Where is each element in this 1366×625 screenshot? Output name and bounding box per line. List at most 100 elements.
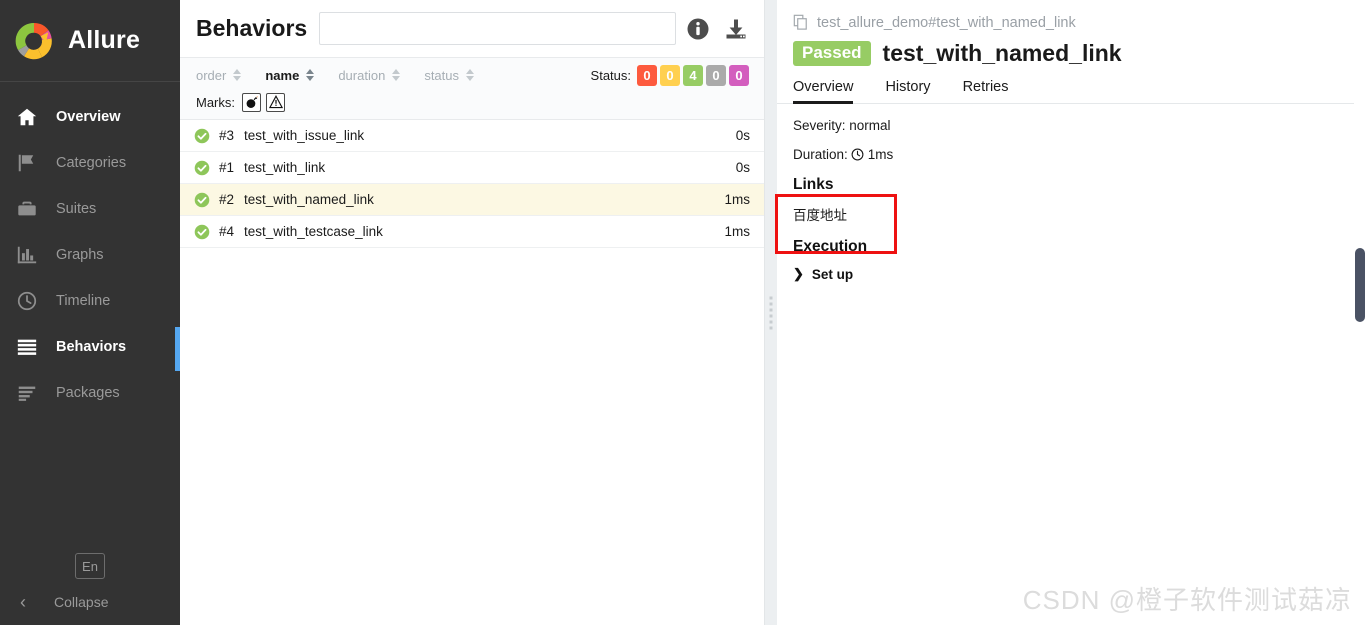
clock-icon <box>851 148 864 161</box>
tab-retries[interactable]: Retries <box>963 79 1009 103</box>
sidebar-item-label: Behaviors <box>56 339 127 355</box>
sorter-order[interactable]: order <box>196 68 242 83</box>
layers-icon <box>14 380 40 406</box>
setup-step-label: Set up <box>811 266 854 282</box>
breadcrumb[interactable]: test_allure_demo#test_with_named_link <box>777 0 1366 31</box>
row-order: #2 <box>219 192 235 207</box>
search-input[interactable] <box>319 12 676 45</box>
setup-step-row[interactable]: ❯ Set up <box>793 266 1366 282</box>
status-chip-failed[interactable]: 0 <box>637 64 657 86</box>
briefcase-icon <box>14 196 40 222</box>
duration-label: Duration: <box>793 147 848 162</box>
watermark: CSDN @橙子软件测试菇凉 <box>1022 585 1352 615</box>
sidebar-footer: En ‹ Collapse <box>0 553 180 611</box>
sidebar-nav: Overview Categories Suites Graphs Timeli… <box>0 82 180 416</box>
chevron-left-icon: ‹ <box>20 592 26 612</box>
detail-title-row: Passed test_with_named_link <box>777 31 1366 67</box>
flag-icon <box>14 150 40 176</box>
sidebar: Allure Overview Categories Suites Graphs… <box>0 0 180 625</box>
collapse-label: Collapse <box>54 594 109 610</box>
sidebar-item-label: Overview <box>56 109 121 125</box>
tab-history[interactable]: History <box>885 79 930 103</box>
detail-title: test_with_named_link <box>882 40 1122 66</box>
table-row[interactable]: #1 test_with_link 0s <box>180 152 764 184</box>
table-row-selected[interactable]: #2 test_with_named_link 1ms <box>180 184 764 216</box>
sorter-name[interactable]: name <box>265 67 315 83</box>
row-order: #4 <box>219 224 235 239</box>
sort-arrows-icon <box>233 69 242 81</box>
sidebar-item-label: Graphs <box>56 247 104 263</box>
row-name: test_with_testcase_link <box>244 224 383 239</box>
row-duration: 0s <box>735 160 750 175</box>
tab-overview[interactable]: Overview <box>793 79 854 104</box>
breadcrumb-label: test_allure_demo#test_with_named_link <box>817 14 1076 31</box>
detail-body: Severity: normal Duration: 1ms Links 百度地… <box>777 104 1366 282</box>
sidebar-item-suites[interactable]: Suites <box>0 186 180 232</box>
status-chip-unknown[interactable]: 0 <box>729 64 749 86</box>
scrollbar-thumb[interactable] <box>1355 248 1365 322</box>
status-passed-icon <box>194 192 210 208</box>
sidebar-item-packages[interactable]: Packages <box>0 370 180 416</box>
status-passed-icon <box>194 224 210 240</box>
links-heading: Links <box>793 176 834 193</box>
duration-value: 1ms <box>867 147 894 162</box>
status-filter-label: Status: <box>590 67 631 83</box>
clock-icon <box>14 288 40 314</box>
sidebar-item-label: Packages <box>56 385 120 401</box>
page-title: Behaviors <box>196 15 308 41</box>
brand[interactable]: Allure <box>0 0 180 82</box>
sorter-duration[interactable]: duration <box>338 67 401 83</box>
sidebar-item-graphs[interactable]: Graphs <box>0 232 180 278</box>
splitter-grip-icon <box>769 296 773 329</box>
sorter-status[interactable]: status <box>424 68 474 83</box>
detail-tabs: Overview History Retries <box>777 67 1366 104</box>
table-row[interactable]: #3 test_with_issue_link 0s <box>180 120 764 152</box>
chevron-right-icon: ❯ <box>793 266 804 281</box>
allure-logo-icon <box>12 19 56 63</box>
sorter-row: order name duration status Status: 0 0 4… <box>196 64 752 86</box>
severity-line: Severity: normal <box>793 118 891 133</box>
status-chip-passed[interactable]: 4 <box>683 64 703 86</box>
language-button[interactable]: En <box>75 553 105 579</box>
row-duration: 1ms <box>724 192 750 207</box>
sorter-label: duration <box>338 67 386 83</box>
info-icon[interactable] <box>686 17 710 41</box>
row-order: #3 <box>219 128 235 143</box>
row-name: test_with_named_link <box>244 192 374 207</box>
sort-arrows-icon <box>392 69 401 81</box>
sidebar-item-overview[interactable]: Overview <box>0 94 180 140</box>
panel-splitter[interactable] <box>765 0 777 625</box>
sort-arrows-icon <box>306 69 315 81</box>
row-duration: 0s <box>735 128 750 143</box>
home-icon <box>14 104 40 130</box>
collapse-button[interactable]: ‹ Collapse <box>0 593 180 611</box>
list-header: Behaviors <box>180 0 764 58</box>
sidebar-item-categories[interactable]: Categories <box>0 140 180 186</box>
sorter-label: name <box>265 67 300 83</box>
list-icon <box>14 334 40 360</box>
status-chip-skipped[interactable]: 0 <box>706 64 726 86</box>
warning-triangle-icon[interactable] <box>266 92 285 112</box>
sidebar-item-label: Timeline <box>56 293 111 309</box>
status-filter-group: Status: 0 0 4 0 0 <box>590 64 752 86</box>
sidebar-item-label: Suites <box>56 201 97 217</box>
allure-report-app: Allure Overview Categories Suites Graphs… <box>0 0 1366 625</box>
detail-scrollbar[interactable] <box>1354 0 1366 625</box>
bomb-icon[interactable] <box>242 92 261 112</box>
link-item[interactable]: 百度地址 <box>793 204 1366 224</box>
sidebar-item-behaviors[interactable]: Behaviors <box>0 324 180 371</box>
download-icon[interactable] <box>724 17 748 41</box>
table-row[interactable]: #4 test_with_testcase_link 1ms <box>180 216 764 248</box>
brand-name: Allure <box>68 26 141 54</box>
sidebar-item-timeline[interactable]: Timeline <box>0 278 180 324</box>
sort-arrows-icon <box>466 69 474 81</box>
behaviors-list-panel: Behaviors order name duration status Sta… <box>180 0 765 625</box>
sorter-label: status <box>424 67 459 83</box>
marks-row: Marks: <box>196 92 752 112</box>
row-order: #1 <box>219 160 235 175</box>
status-chip-broken[interactable]: 0 <box>660 64 680 86</box>
test-detail-panel: test_allure_demo#test_with_named_link Pa… <box>777 0 1366 625</box>
sidebar-item-label: Categories <box>56 155 127 171</box>
row-name: test_with_issue_link <box>244 128 365 143</box>
row-name: test_with_link <box>244 160 326 175</box>
